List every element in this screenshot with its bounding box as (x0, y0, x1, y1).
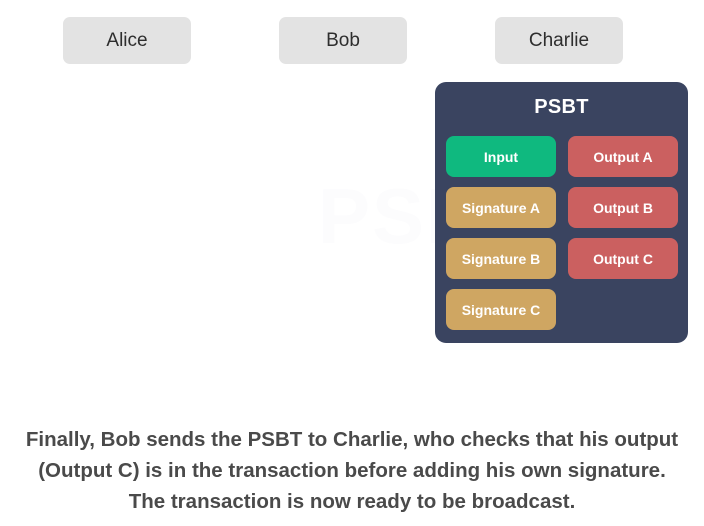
chip-output-b[interactable]: Output B (568, 187, 678, 228)
psbt-left-column: Input Signature A Signature B Signature … (446, 136, 556, 330)
diagram-canvas: PSBT Alice Bob Charlie PSBT Input Signat… (0, 0, 704, 526)
chip-signature-c[interactable]: Signature C (446, 289, 556, 330)
participant-bob[interactable]: Bob (279, 17, 407, 64)
chip-label: Signature B (461, 250, 541, 267)
chip-signature-a[interactable]: Signature A (446, 187, 556, 228)
chip-label: Input (483, 148, 519, 165)
chip-label: Signature A (461, 199, 541, 216)
chip-input[interactable]: Input (446, 136, 556, 177)
chip-output-a[interactable]: Output A (568, 136, 678, 177)
psbt-panel-title: PSBT (534, 96, 589, 118)
participant-label: Charlie (528, 29, 590, 51)
psbt-chip-grid: Input Signature A Signature B Signature … (446, 136, 678, 330)
chip-label: Signature C (461, 301, 541, 318)
chip-signature-b[interactable]: Signature B (446, 238, 556, 279)
psbt-panel: PSBT Input Signature A Signature B Signa… (435, 82, 688, 343)
participant-label: Bob (326, 29, 360, 51)
participant-label: Alice (106, 29, 148, 51)
participant-alice[interactable]: Alice (63, 17, 191, 64)
psbt-right-column: Output A Output B Output C (568, 136, 678, 330)
chip-label: Output B (593, 199, 653, 216)
participant-charlie[interactable]: Charlie (495, 17, 623, 64)
caption-text: Finally, Bob sends the PSBT to Charlie, … (25, 428, 679, 513)
chip-output-c[interactable]: Output C (568, 238, 678, 279)
chip-label: Output A (593, 148, 653, 165)
chip-label: Output C (593, 250, 653, 267)
